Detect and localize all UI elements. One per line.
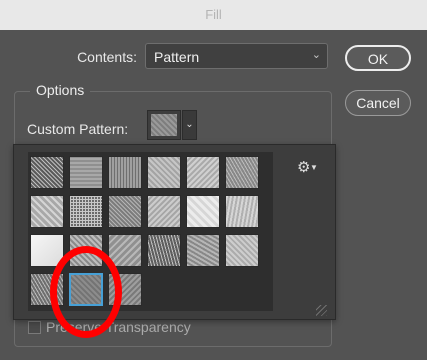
- pattern-swatch[interactable]: [30, 234, 64, 267]
- custom-pattern-label: Custom Pattern:: [27, 121, 129, 137]
- pattern-swatch[interactable]: [225, 156, 259, 189]
- custom-pattern-swatch[interactable]: [147, 110, 181, 140]
- caret-down-icon: ▼: [310, 163, 318, 172]
- pattern-swatch[interactable]: [186, 195, 220, 228]
- contents-value: Pattern: [154, 49, 200, 65]
- resize-grip-icon[interactable]: [316, 305, 327, 316]
- pattern-swatch[interactable]: [69, 234, 103, 267]
- custom-pattern-dropdown-button[interactable]: ⌄: [182, 110, 197, 140]
- pattern-swatch[interactable]: [147, 156, 181, 189]
- gear-icon[interactable]: ⚙: [297, 158, 310, 176]
- pattern-swatch[interactable]: [225, 234, 259, 267]
- pattern-swatch[interactable]: [108, 156, 142, 189]
- pattern-swatch[interactable]: [30, 273, 64, 306]
- contents-select[interactable]: Pattern ⌄: [145, 43, 328, 69]
- window-title-bar: Fill: [0, 0, 427, 30]
- pattern-swatch[interactable]: [69, 273, 103, 306]
- ok-button[interactable]: OK: [345, 45, 411, 71]
- pattern-picker-panel: ⚙ ▼: [13, 144, 336, 320]
- pattern-swatch[interactable]: [69, 195, 103, 228]
- cancel-button[interactable]: Cancel: [345, 90, 411, 116]
- pattern-swatch[interactable]: [30, 156, 64, 189]
- preserve-transparency-option[interactable]: Preserve Transparency: [28, 318, 228, 338]
- pattern-swatch[interactable]: [108, 273, 142, 306]
- pattern-swatch[interactable]: [30, 195, 64, 228]
- window-title: Fill: [205, 7, 222, 22]
- chevron-down-icon: ⌄: [185, 119, 194, 130]
- preserve-transparency-label: Preserve Transparency: [46, 319, 191, 335]
- contents-label: Contents:: [77, 49, 137, 65]
- pattern-swatch[interactable]: [147, 195, 181, 228]
- custom-pattern-preview: [151, 114, 177, 136]
- preserve-transparency-checkbox[interactable]: [28, 321, 41, 334]
- pattern-grid: [28, 152, 273, 311]
- pattern-swatch[interactable]: [186, 156, 220, 189]
- pattern-swatch[interactable]: [69, 156, 103, 189]
- pattern-swatch[interactable]: [225, 195, 259, 228]
- pattern-swatch[interactable]: [147, 234, 181, 267]
- pattern-swatch[interactable]: [186, 234, 220, 267]
- pattern-swatch[interactable]: [108, 195, 142, 228]
- pattern-swatch[interactable]: [108, 234, 142, 267]
- chevron-down-icon: ⌄: [311, 49, 321, 61]
- options-title: Options: [30, 82, 91, 98]
